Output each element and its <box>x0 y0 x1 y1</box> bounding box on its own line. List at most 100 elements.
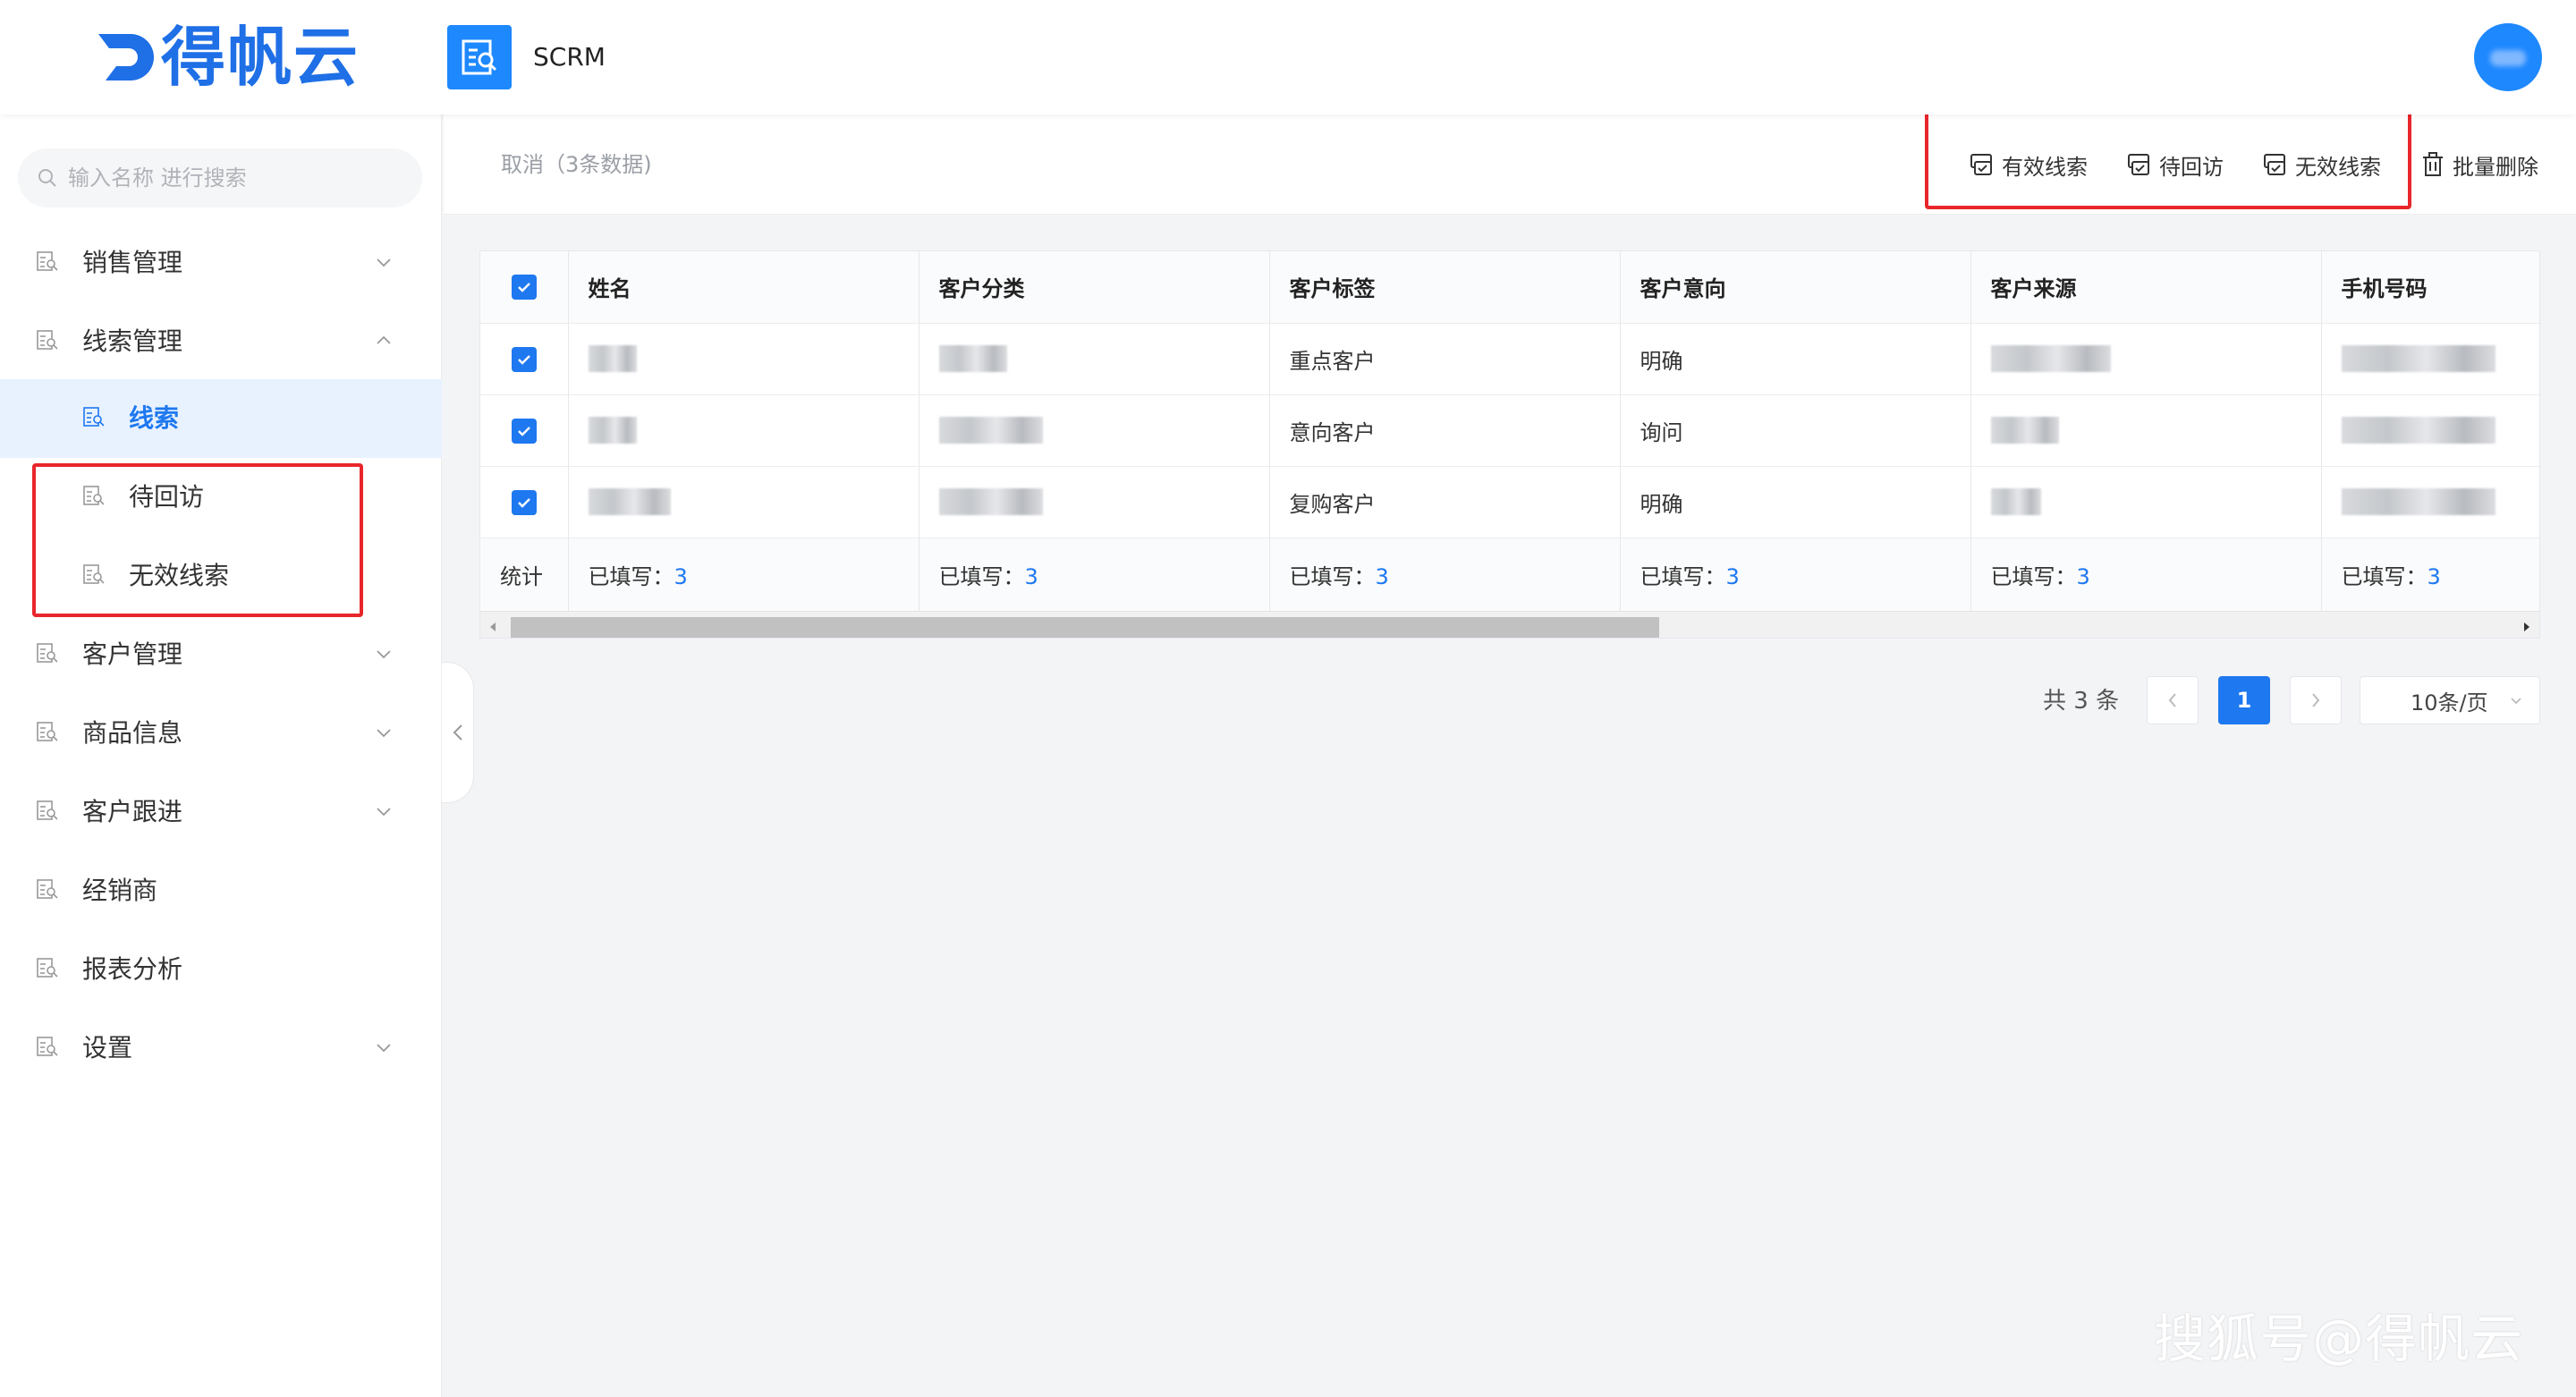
logo[interactable]: 得帆云 <box>89 20 360 95</box>
transfer-icon <box>2264 154 2285 175</box>
mark-pending-visit-label: 待回访 <box>2159 154 2224 180</box>
cancel-selection-link[interactable]: 取消（3条数据) <box>501 145 652 184</box>
check-icon <box>517 354 530 365</box>
mark-invalid-leads-label: 无效线索 <box>2295 154 2381 180</box>
sidebar-item-leads[interactable]: 线索 <box>0 379 442 458</box>
cell-intent: 询问 <box>1620 394 1971 467</box>
chevron-down-icon <box>377 650 391 659</box>
next-page-button[interactable] <box>2290 676 2342 724</box>
document-search-icon <box>462 39 497 75</box>
row-checkbox[interactable] <box>511 418 537 444</box>
redacted-phone <box>2341 417 2496 444</box>
cell-tag: 意向客户 <box>1269 394 1621 467</box>
redacted-category <box>938 345 1007 372</box>
column-header-phone[interactable]: 手机号码 <box>2321 251 2539 324</box>
search-input[interactable] <box>68 165 390 190</box>
mark-valid-leads-label: 有效线索 <box>2002 154 2088 180</box>
column-header-name[interactable]: 姓名 <box>568 251 919 324</box>
sidebar-item-pending-visit[interactable]: 待回访 <box>0 458 442 537</box>
mark-invalid-leads-button[interactable]: 无效线索 <box>2261 145 2381 184</box>
scroll-left-icon[interactable] <box>487 621 498 633</box>
scrm-app-icon[interactable] <box>447 25 512 89</box>
chevron-down-icon <box>2511 698 2521 705</box>
user-avatar[interactable] <box>2474 23 2542 91</box>
sidebar-collapse-handle[interactable] <box>442 662 474 803</box>
summary-cell: 已填写：3 <box>1970 538 2322 612</box>
row-checkbox[interactable] <box>511 346 537 372</box>
summary-row: 统计 已填写：3 已填写：3 已填写：3 已填写：3 已填写：3 已填写：3 <box>480 538 2539 612</box>
column-header-tag[interactable]: 客户标签 <box>1269 251 1621 324</box>
sidebar-item-leads-management[interactable]: 线索管理 <box>0 302 442 381</box>
column-header-source[interactable]: 客户来源 <box>1970 251 2322 324</box>
redacted-name <box>588 345 637 372</box>
scroll-right-icon[interactable] <box>2521 621 2532 633</box>
menu-doc-icon <box>37 330 58 350</box>
horizontal-scrollbar[interactable] <box>480 611 2539 638</box>
cell-tag: 复购客户 <box>1269 466 1621 538</box>
menu-doc-icon <box>83 407 105 427</box>
check-icon <box>517 497 530 508</box>
column-header-intent[interactable]: 客户意向 <box>1620 251 1971 324</box>
table-row[interactable]: 重点客户 明确 <box>480 323 2539 395</box>
sidebar-item-label: 客户跟进 <box>82 797 183 826</box>
select-all-cell[interactable] <box>480 251 569 324</box>
cell-intent: 明确 <box>1620 323 1971 395</box>
transfer-icon <box>1970 154 1992 175</box>
table-row[interactable]: 复购客户 明确 <box>480 466 2539 538</box>
sidebar-item-label: 客户管理 <box>82 639 183 669</box>
redacted-source <box>1990 345 2111 372</box>
pagination-total: 共 3 条 <box>2043 688 2120 715</box>
sidebar-search[interactable] <box>18 148 422 207</box>
sidebar-item-customer-management[interactable]: 客户管理 <box>0 615 442 694</box>
table-header-row: 姓名 客户分类 客户标签 客户意向 客户来源 手机号码 <box>480 251 2539 324</box>
menu-doc-icon <box>37 643 58 663</box>
mark-valid-leads-button[interactable]: 有效线索 <box>1968 145 2088 184</box>
sidebar-item-dealers[interactable]: 经销商 <box>0 851 442 930</box>
redacted-source <box>1990 488 2041 515</box>
chevron-down-icon <box>377 729 391 738</box>
batch-delete-label: 批量删除 <box>2453 154 2538 180</box>
sidebar-item-label: 待回访 <box>129 482 205 512</box>
menu-doc-icon <box>37 722 58 741</box>
chevron-up-icon <box>377 335 391 344</box>
chevron-left-icon <box>453 724 462 741</box>
column-header-category[interactable]: 客户分类 <box>919 251 1270 324</box>
summary-cell: 已填写：3 <box>1269 538 1621 612</box>
sidebar-item-invalid-leads[interactable]: 无效线索 <box>0 537 442 615</box>
chevron-right-icon <box>2312 693 2320 707</box>
sidebar-item-reports[interactable]: 报表分析 <box>0 930 442 1009</box>
transfer-icon <box>2128 154 2149 175</box>
sidebar-item-settings[interactable]: 设置 <box>0 1009 442 1088</box>
summary-label: 统计 <box>480 538 569 612</box>
menu-doc-icon <box>37 1037 58 1056</box>
sidebar-item-label: 报表分析 <box>82 954 183 984</box>
trash-icon <box>2423 152 2443 176</box>
redacted-phone <box>2341 345 2496 372</box>
menu-doc-icon <box>37 879 58 899</box>
sidebar-item-sales[interactable]: 销售管理 <box>0 224 442 302</box>
watermark: 搜狐号@得帆云 <box>2154 1308 2524 1369</box>
mark-pending-visit-button[interactable]: 待回访 <box>2125 145 2224 184</box>
summary-cell: 已填写：3 <box>2321 538 2539 612</box>
select-all-checkbox[interactable] <box>511 275 537 301</box>
page-size-select[interactable]: 10条/页 <box>2360 676 2540 724</box>
sidebar-item-label: 无效线索 <box>129 561 230 590</box>
sidebar-item-customer-follow-up[interactable]: 客户跟进 <box>0 773 442 851</box>
prev-page-button[interactable] <box>2147 676 2199 724</box>
redacted-name <box>588 488 671 515</box>
redacted-phone <box>2341 488 2496 515</box>
batch-delete-button[interactable]: 批量删除 <box>2419 145 2538 184</box>
leads-table: 姓名 客户分类 客户标签 客户意向 客户来源 手机号码 重点客户 明确 意向客户… <box>479 250 2540 639</box>
sidebar-item-label: 线索 <box>129 403 180 433</box>
menu-doc-icon <box>37 251 58 271</box>
app-name: SCRM <box>533 42 606 72</box>
sidebar: 销售管理 线索管理 线索 待回访 无效线索 客户管理 商品信息 客户跟进 经销商 <box>0 114 442 1397</box>
redacted-source <box>1990 417 2059 444</box>
table-row[interactable]: 意向客户 询问 <box>480 394 2539 467</box>
redacted-name <box>588 417 637 444</box>
scrollbar-thumb[interactable] <box>511 617 1659 638</box>
page-1-button[interactable]: 1 <box>2218 676 2270 724</box>
row-checkbox[interactable] <box>511 489 537 515</box>
sidebar-item-products[interactable]: 商品信息 <box>0 694 442 773</box>
menu-doc-icon <box>37 958 58 978</box>
